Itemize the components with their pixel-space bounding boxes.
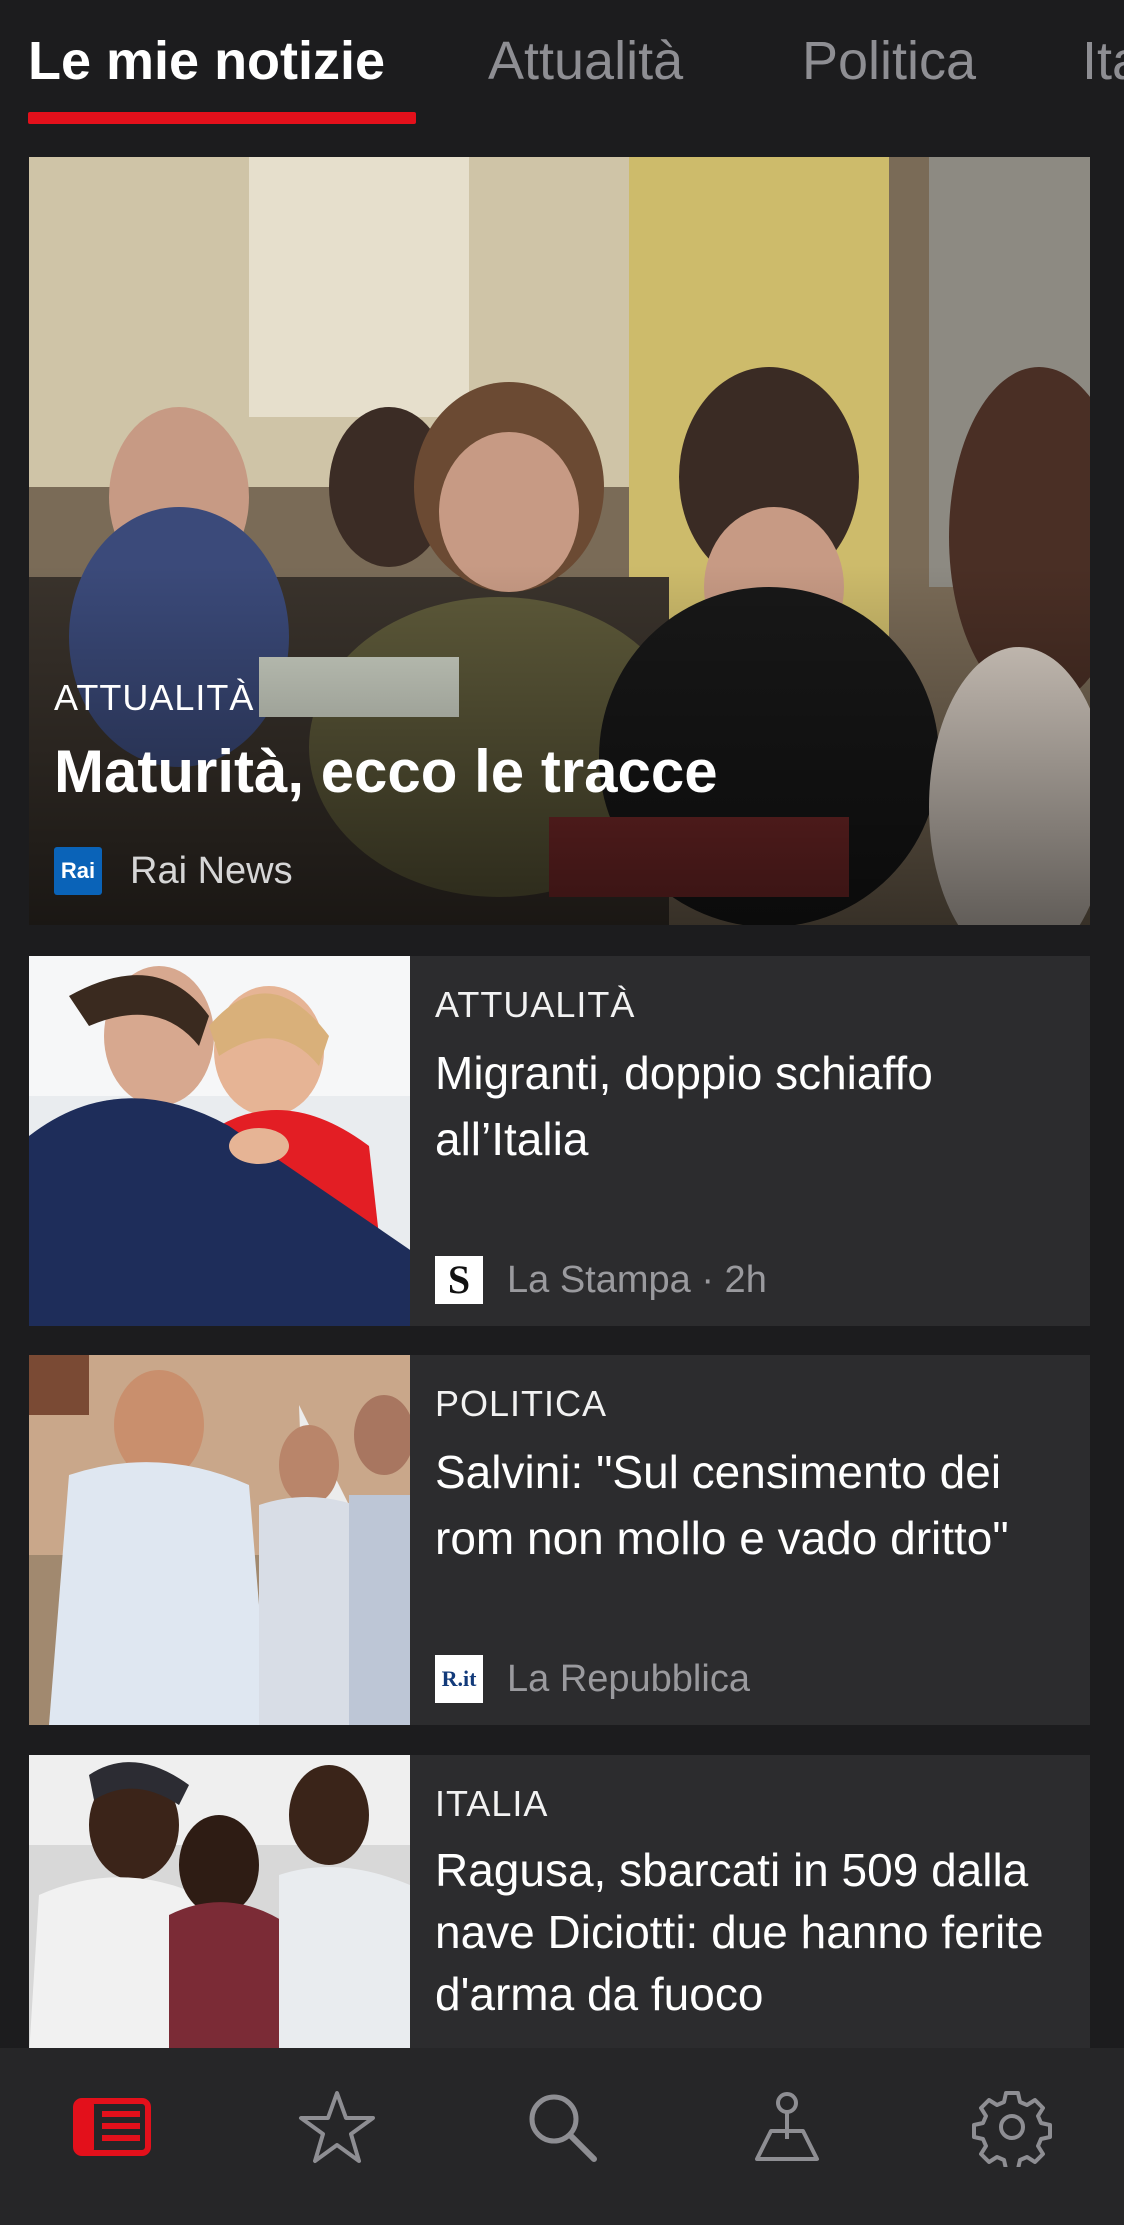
article-source: R.it La Repubblica	[435, 1655, 750, 1703]
hero-category: ATTUALITÀ	[54, 677, 255, 718]
search-icon	[529, 2094, 597, 2162]
news-icon	[73, 2097, 152, 2156]
nav-settings[interactable]	[952, 2077, 1072, 2177]
hero-source-name: Rai News	[130, 849, 293, 892]
article-title[interactable]: Salvini: "Sul censimento dei rom non mol…	[435, 1439, 1075, 1571]
news-app: Le mie notizie Attualità Politica It a	[0, 0, 1124, 2225]
la-repubblica-logo: R.it	[435, 1655, 483, 1703]
article-card[interactable]: ATTUALITÀ Migranti, doppio schiaffo all’…	[29, 956, 1090, 1326]
hero-source: Rai Rai News	[54, 847, 293, 895]
article-source-name: La Stampa · 2h	[507, 1258, 767, 1301]
la-stampa-logo-letter: S	[447, 1257, 471, 1302]
gear-icon	[971, 2090, 1052, 2167]
star-icon	[299, 2090, 376, 2163]
article-card[interactable]: ITALIA Ragusa, sbarcati in 509 dalla nav…	[29, 1755, 1090, 2055]
bottom-tab-bar	[0, 2048, 1124, 2225]
article-card[interactable]: POLITICA Salvini: "Sul censimento dei ro…	[29, 1355, 1090, 1725]
la-stampa-logo: S	[435, 1256, 483, 1304]
article-category: ATTUALITÀ	[435, 984, 636, 1025]
article-source: S La Stampa · 2h	[435, 1256, 767, 1304]
tab-attualita[interactable]: Attualità	[488, 30, 683, 92]
la-repubblica-logo-text: R.it	[441, 1666, 477, 1691]
article-thumbnail	[29, 956, 410, 1326]
tab-my-news[interactable]: Le mie notizie	[28, 30, 385, 92]
article-title[interactable]: Migranti, doppio schiaffo all’Italia	[435, 1040, 1075, 1172]
article-category: POLITICA	[435, 1383, 608, 1424]
active-tab-indicator	[28, 112, 416, 124]
article-title[interactable]: Ragusa, sbarcati in 509 dalla nave Dicio…	[435, 1839, 1075, 2025]
article-thumbnail	[29, 1355, 410, 1725]
local-pin-icon	[754, 2091, 819, 2161]
rai-news-logo: Rai	[54, 847, 102, 895]
nav-local[interactable]	[727, 2077, 847, 2177]
nav-favorites[interactable]	[277, 2077, 397, 2177]
tab-italia[interactable]: Ita	[1082, 30, 1124, 92]
hero-title[interactable]: Maturità, ecco le tracce	[54, 737, 718, 806]
article-source-name: La Repubblica	[507, 1657, 750, 1700]
article-category: ITALIA	[435, 1783, 549, 1824]
nav-search[interactable]	[502, 2077, 622, 2177]
article-thumbnail	[29, 1755, 410, 2055]
tab-politica[interactable]: Politica	[802, 30, 976, 92]
nav-news[interactable]	[52, 2077, 172, 2177]
hero-article-card[interactable]: ATTUALITÀ Maturità, ecco le tracce Rai R…	[29, 157, 1090, 925]
section-tabs: Le mie notizie Attualità Politica Ita	[0, 0, 1124, 150]
